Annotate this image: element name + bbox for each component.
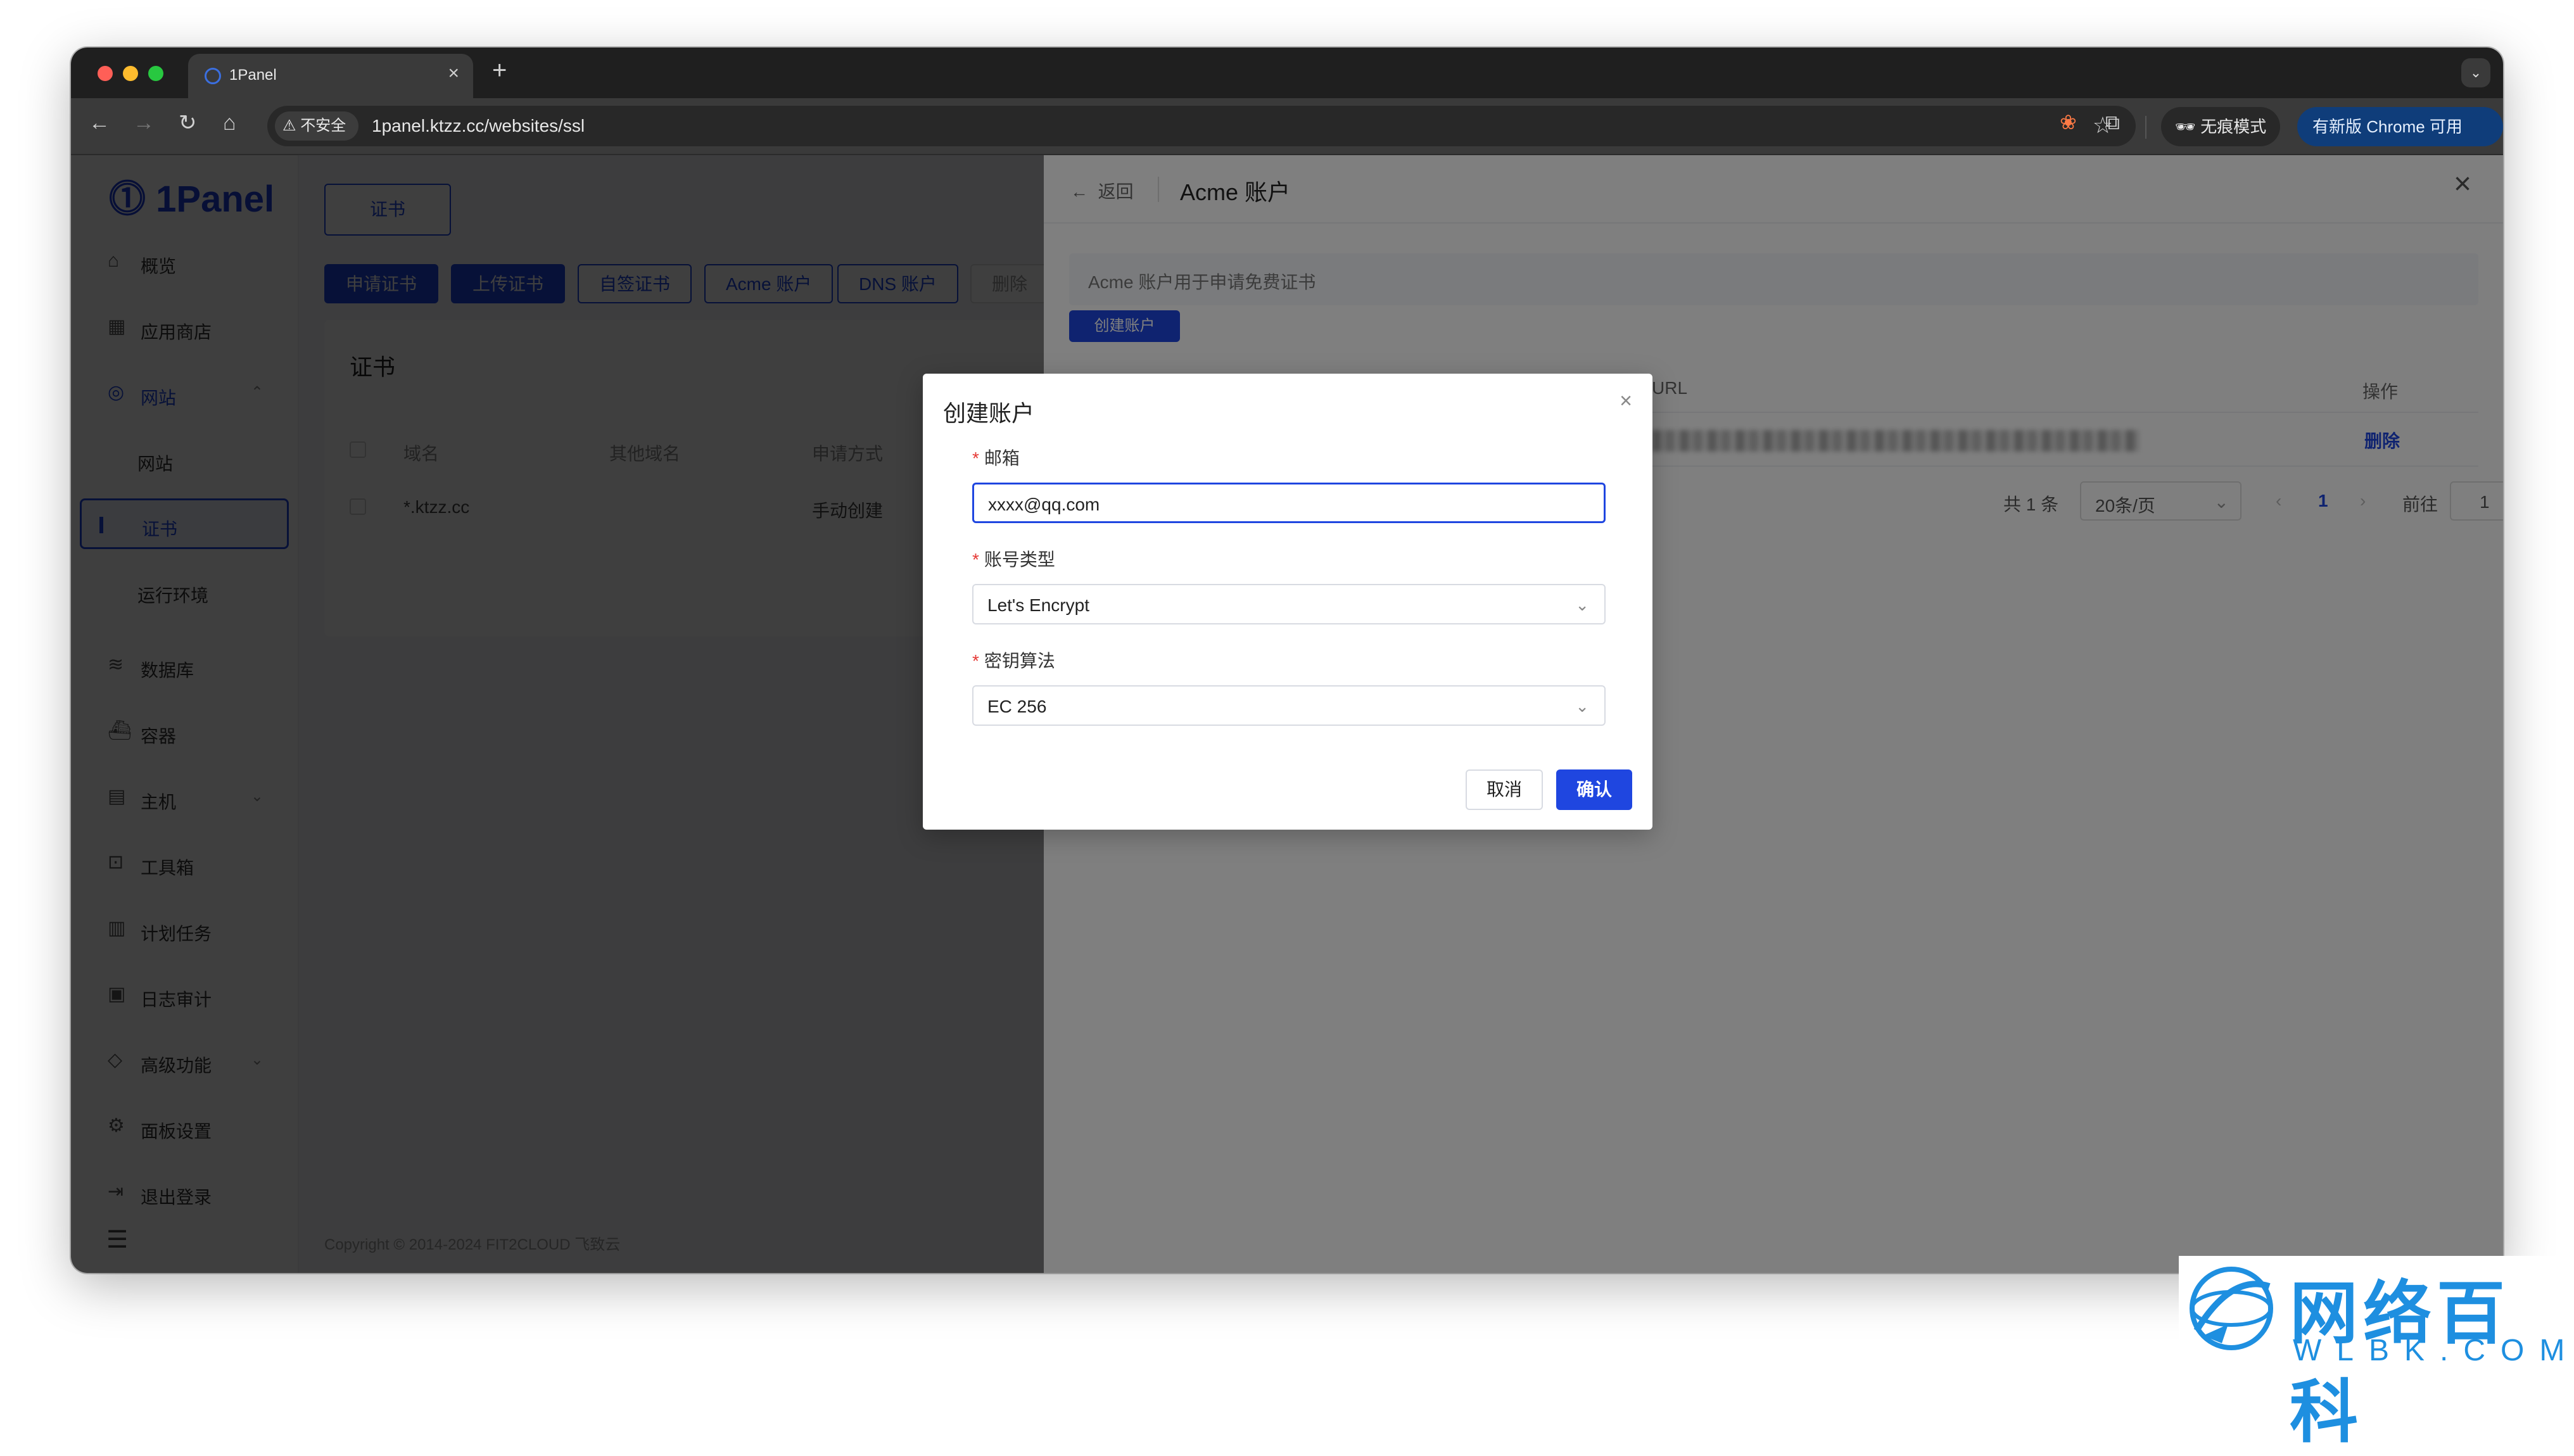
cancel-button[interactable]: 取消 xyxy=(1466,769,1543,810)
tab-bar: 1Panel × + ⌄ xyxy=(71,47,2503,98)
email-label: * 邮箱 xyxy=(972,448,1020,468)
required-mark: * xyxy=(972,448,979,468)
page-content: ⓵ 1Panel ⌂ 概览 ▦ 应用商店 ◎ 网站 ⌃ 网站 证书 xyxy=(71,155,2503,1273)
tab-search-chevron-icon[interactable]: ⌄ xyxy=(2461,58,2490,87)
key-algorithm-value: EC 256 xyxy=(987,697,1047,716)
security-indicator[interactable]: ⚠ 不安全 xyxy=(275,111,359,141)
insecure-label: 不安全 xyxy=(300,117,346,134)
close-window-button[interactable] xyxy=(98,66,113,81)
create-account-dialog: 创建账户 × * 邮箱 xxxx@qq.com * 账号类型 Let's Encry… xyxy=(923,374,1652,830)
close-icon[interactable]: × xyxy=(1620,390,1632,412)
chrome-update-button[interactable]: 有新版 Chrome 可用 ⋮ xyxy=(2297,107,2503,175)
tab-title: 1Panel xyxy=(229,66,277,84)
maximize-window-button[interactable] xyxy=(148,66,163,81)
minimize-window-button[interactable] xyxy=(123,66,138,81)
chevron-down-icon: ⌄ xyxy=(1575,697,1589,716)
required-mark: * xyxy=(972,651,979,671)
dialog-title: 创建账户 xyxy=(943,400,1035,426)
address-bar[interactable]: ⚠ 不安全 1panel.ktzz.cc/websites/ssl ☆ xyxy=(267,106,2136,146)
extension-colorful-icon[interactable]: ❀ xyxy=(2060,112,2077,132)
email-value: xxxx@qq.com xyxy=(988,495,1100,514)
globe-logo-icon xyxy=(2190,1267,2273,1350)
watermark-en: WLBK.COM xyxy=(2293,1334,2574,1367)
url-text[interactable]: 1panel.ktzz.cc/websites/ssl xyxy=(372,116,585,136)
key-algorithm-label: * 密钥算法 xyxy=(972,651,1055,671)
warning-icon: ⚠ xyxy=(282,117,301,134)
email-field[interactable]: xxxx@qq.com xyxy=(972,483,1606,523)
back-arrow-icon[interactable]: ← xyxy=(89,112,110,134)
browser-window: 1Panel × + ⌄ ← → ↻ ⌂ ⚠ 不安全 1panel.ktzz.c… xyxy=(71,47,2503,1273)
incognito-icon: 🕶 xyxy=(2175,117,2201,136)
forward-arrow-icon[interactable]: → xyxy=(133,112,155,134)
new-tab-button[interactable]: + xyxy=(492,58,507,83)
account-type-select[interactable]: Let's Encrypt ⌄ xyxy=(972,584,1606,624)
confirm-button[interactable]: 确认 xyxy=(1556,769,1632,810)
reload-icon[interactable]: ↻ xyxy=(179,112,197,134)
browser-tab[interactable]: 1Panel × xyxy=(188,54,473,98)
account-type-label: * 账号类型 xyxy=(972,550,1055,569)
required-mark: * xyxy=(972,550,979,569)
incognito-label: 无痕模式 xyxy=(2200,117,2267,136)
watermark: 网络百科 WLBK.COM xyxy=(2179,1256,2574,1450)
account-type-value: Let's Encrypt xyxy=(987,595,1089,615)
puzzle-extensions-icon[interactable]: ⧉ xyxy=(2105,112,2120,132)
update-label: 有新版 Chrome 可用 xyxy=(2312,117,2463,136)
home-icon[interactable]: ⌂ xyxy=(223,112,236,134)
browser-toolbar: ← → ↻ ⌂ ⚠ 不安全 1panel.ktzz.cc/websites/ss… xyxy=(71,98,2503,175)
chevron-down-icon: ⌄ xyxy=(1575,595,1589,614)
key-algorithm-select[interactable]: EC 256 ⌄ xyxy=(972,685,1606,726)
incognito-badge[interactable]: 🕶 无痕模式 xyxy=(2161,107,2281,146)
1panel-favicon-icon xyxy=(205,68,221,84)
tab-close-icon[interactable]: × xyxy=(448,64,459,83)
toolbar-divider xyxy=(2145,116,2146,139)
